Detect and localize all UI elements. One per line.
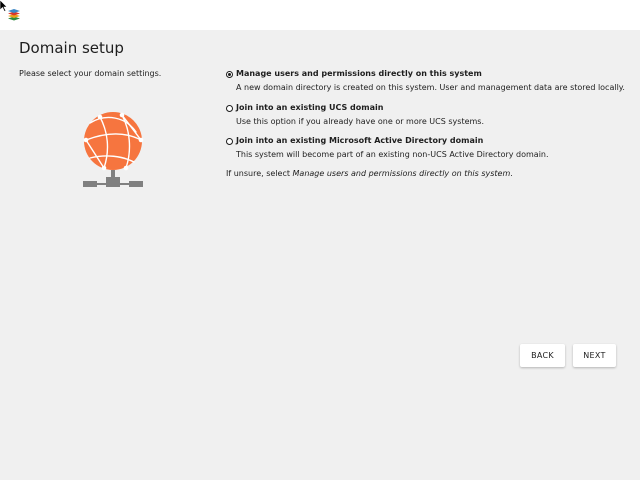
radio-join-ucs[interactable] — [226, 104, 233, 112]
back-button[interactable]: BACK — [520, 344, 565, 367]
option-description: Use this option if you already have one … — [236, 116, 484, 126]
ucs-layers-icon — [8, 9, 20, 21]
mouse-pointer-icon — [0, 0, 8, 12]
intro-text: Please select your domain settings. — [19, 69, 162, 78]
option-join-ucs[interactable]: Join into an existing UCS domain Use thi… — [226, 103, 626, 137]
option-description: This system will become part of an exist… — [236, 150, 549, 159]
top-bar — [0, 0, 640, 30]
domain-options: Manage users and permissions directly on… — [226, 69, 626, 170]
hint-prefix: If unsure, select — [226, 169, 293, 178]
hint-emphasis: Manage users and permissions directly on… — [292, 169, 511, 178]
radio-join-ad[interactable] — [226, 138, 233, 145]
option-label: Manage users and permissions directly on… — [236, 69, 482, 78]
radio-manage-locally[interactable] — [226, 71, 233, 78]
network-globe-icon — [83, 112, 144, 187]
option-label: Join into an existing Microsoft Active D… — [236, 136, 484, 145]
option-manage-locally[interactable]: Manage users and permissions directly on… — [226, 69, 626, 103]
option-join-ad[interactable]: Join into an existing Microsoft Active D… — [226, 136, 626, 170]
option-label: Join into an existing UCS domain — [236, 102, 384, 112]
page-title: Domain setup — [19, 39, 124, 57]
hint-suffix: . — [510, 169, 513, 178]
hint-text: If unsure, select Manage users and permi… — [226, 169, 513, 178]
option-description: A new domain directory is created on thi… — [236, 83, 625, 92]
next-button[interactable]: NEXT — [573, 344, 616, 367]
